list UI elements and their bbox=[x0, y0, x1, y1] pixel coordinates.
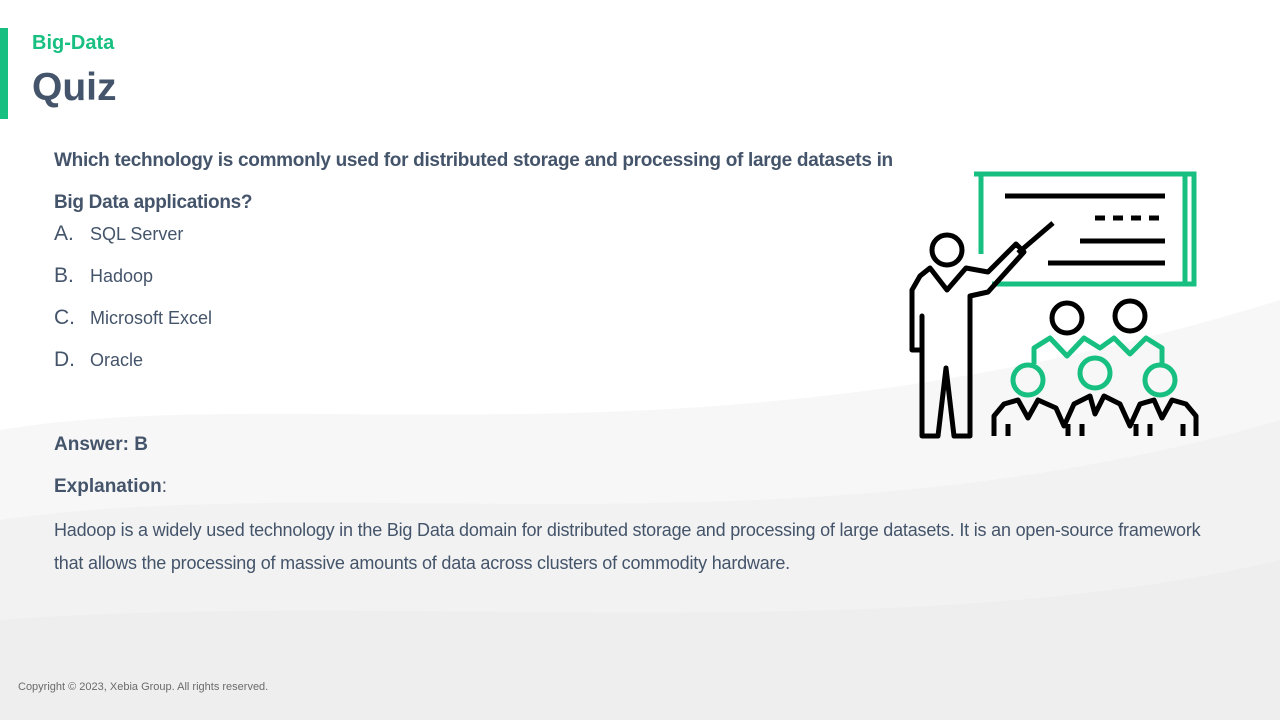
answer-options: A. SQL Server B. Hadoop C. Microsoft Exc… bbox=[54, 222, 212, 390]
option-text: Microsoft Excel bbox=[90, 308, 213, 328]
classroom-presentation-icon bbox=[909, 171, 1199, 439]
option-letter: B. bbox=[54, 264, 74, 287]
copyright-notice: Copyright © 2023, Xebia Group. All right… bbox=[18, 681, 269, 693]
explanation-colon: : bbox=[161, 476, 167, 497]
accent-bar bbox=[0, 28, 8, 119]
option-letter: C. bbox=[54, 306, 75, 329]
option-letter: A. bbox=[54, 222, 74, 245]
quiz-question: Which technology is commonly used for di… bbox=[54, 150, 893, 213]
section-subtitle: Big-Data bbox=[32, 32, 115, 54]
answer-text: Answer: B bbox=[54, 434, 148, 455]
option-letter: D. bbox=[54, 348, 75, 371]
option-a: A. SQL Server bbox=[54, 222, 212, 264]
explanation-label: Explanation bbox=[54, 476, 162, 497]
option-b: B. Hadoop bbox=[54, 264, 212, 306]
option-text: SQL Server bbox=[90, 224, 184, 244]
option-text: Oracle bbox=[90, 350, 144, 370]
option-c: C. Microsoft Excel bbox=[54, 306, 212, 348]
explanation-text: Hadoop is a widely used technology in th… bbox=[54, 520, 1201, 573]
option-text: Hadoop bbox=[90, 266, 154, 286]
page-title: Quiz bbox=[32, 66, 117, 109]
option-d: D. Oracle bbox=[54, 348, 212, 390]
explanation-heading: Explanation: bbox=[54, 476, 167, 498]
